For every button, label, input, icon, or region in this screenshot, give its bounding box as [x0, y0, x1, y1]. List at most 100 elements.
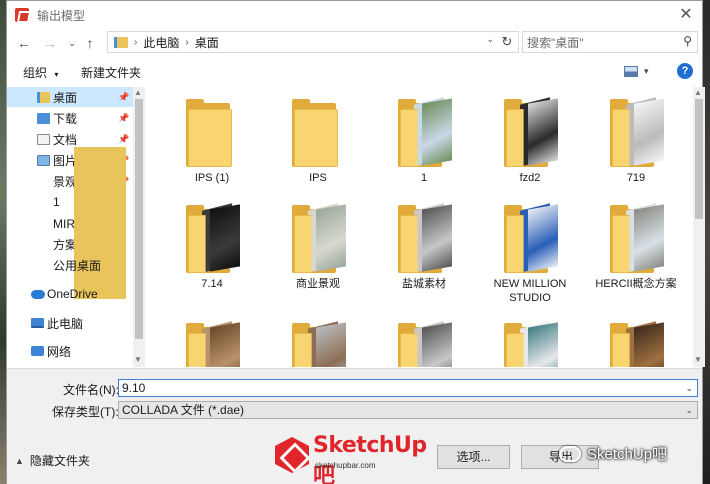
scroll-down-icon[interactable]: ▼	[694, 355, 702, 364]
folder-item[interactable]: 1	[377, 97, 471, 185]
folder-item[interactable]: 盐城素材	[377, 203, 471, 291]
folder-item[interactable]	[377, 321, 471, 367]
picture-icon	[37, 154, 50, 166]
folder-icon	[504, 321, 558, 367]
sidebar-item-onedrive[interactable]: OneDrive	[7, 284, 133, 304]
export-model-dialog: 输出模型 ✕ ← → ⌄ ↑ › 此电脑 › 桌面 ⌄ ↻ 搜索"桌面" ⚲ 组…	[6, 0, 705, 484]
pin-icon: 📌	[118, 112, 130, 123]
sketchupbar-logo-icon	[275, 437, 309, 473]
folder-item[interactable]	[483, 321, 577, 367]
this-pc-icon	[31, 318, 44, 328]
filename-value: 9.10	[122, 381, 146, 395]
organize-button[interactable]: 组织 ▾	[23, 64, 58, 81]
sketchupbar-watermark-logo: SketchUp吧 sketchupbar.com	[275, 433, 447, 484]
folder-icon	[186, 321, 240, 367]
folder-icon	[610, 203, 664, 273]
scroll-down-icon[interactable]: ▼	[134, 355, 142, 364]
folder-item[interactable]: HERCII概念方案	[589, 203, 683, 291]
folder-icon	[504, 97, 558, 167]
document-icon	[37, 133, 50, 145]
save-options-panel: 文件名(N): 9.10 ⌄ 保存类型(T): COLLADA 文件 (*.da…	[7, 368, 702, 484]
forward-arrow-icon[interactable]: →	[41, 33, 59, 53]
folder-item-label: NEW MILLION STUDIO	[493, 278, 567, 304]
folder-item[interactable]	[271, 321, 365, 367]
folder-item-label: 7.14	[201, 278, 223, 290]
folder-icon	[610, 97, 664, 167]
folder-icon	[398, 97, 452, 167]
navigation-row: ← → ⌄ ↑ › 此电脑 › 桌面 ⌄ ↻ 搜索"桌面" ⚲	[7, 31, 702, 55]
logo-url: sketchupbar.com	[315, 461, 376, 470]
filetype-dropdown-icon[interactable]: ⌄	[685, 402, 693, 418]
scroll-up-icon[interactable]: ▲	[694, 88, 702, 97]
folder-item[interactable]: NEW MILLION STUDIO	[483, 203, 577, 305]
search-placeholder: 搜索"桌面"	[527, 35, 584, 50]
filetype-label: 保存类型(T):	[52, 405, 119, 419]
sidebar-item-network[interactable]: 网络	[7, 341, 133, 361]
logo-text: SketchUp吧	[313, 433, 427, 484]
collapse-caret-icon: ▲	[15, 455, 24, 466]
folder-icon	[398, 203, 452, 273]
refresh-icon[interactable]: ↻	[498, 33, 516, 51]
folder-item-label: fzd2	[519, 172, 541, 184]
filetype-value: COLLADA 文件 (*.dae)	[122, 403, 245, 417]
folder-item[interactable]: IPS	[271, 99, 365, 185]
sidebar-scrollbar[interactable]: ▲ ▼	[133, 87, 145, 367]
help-icon[interactable]: ?	[677, 63, 693, 79]
folder-icon	[292, 321, 346, 367]
wechat-watermark: SketchUp吧	[559, 443, 667, 464]
file-list-scroll-thumb[interactable]	[695, 99, 703, 219]
sidebar-item-public-desktop[interactable]: 公用桌面	[7, 231, 133, 299]
organize-dropdown-icon: ▾	[54, 70, 59, 79]
search-input[interactable]: 搜索"桌面" ⚲	[522, 31, 698, 53]
up-arrow-icon[interactable]: ↑	[81, 33, 99, 53]
folder-item[interactable]	[165, 321, 259, 367]
sidebar-item-label: 文档	[53, 132, 78, 147]
organize-label: 组织	[23, 66, 48, 80]
sketchup-app-icon	[15, 8, 29, 22]
filetype-select[interactable]: COLLADA 文件 (*.dae) ⌄	[118, 401, 698, 419]
window-title: 输出模型	[37, 8, 86, 23]
desktop-folder-icon	[37, 91, 50, 103]
close-icon[interactable]: ✕	[676, 5, 696, 25]
breadcrumb-this-pc[interactable]: 此电脑	[143, 34, 179, 51]
folder-item[interactable]: 719	[589, 97, 683, 185]
onedrive-cloud-icon	[31, 289, 45, 299]
view-options-dropdown-icon[interactable]: ▾	[644, 66, 649, 77]
breadcrumb-desktop[interactable]: 桌面	[195, 34, 219, 51]
scroll-up-icon[interactable]: ▲	[134, 88, 142, 97]
hide-folders-toggle[interactable]: ▲ 隐藏文件夹	[15, 452, 90, 469]
new-folder-button[interactable]: 新建文件夹	[81, 64, 141, 81]
folder-item[interactable]: 7.14	[165, 203, 259, 291]
folder-item-label: IPS (1)	[194, 172, 230, 184]
folder-item-label: 1	[420, 172, 428, 184]
search-icon[interactable]: ⚲	[683, 34, 692, 48]
address-history-chevron-icon[interactable]: ⌄	[486, 34, 494, 45]
recent-locations-chevron-icon[interactable]: ⌄	[63, 33, 81, 53]
sidebar-item-label: 桌面	[53, 90, 78, 105]
sidebar-item-documents[interactable]: 文档 📌	[7, 129, 133, 149]
options-button[interactable]: 选项...	[437, 445, 510, 469]
sidebar-item-desktop[interactable]: 桌面 📌	[7, 87, 133, 107]
folder-item[interactable]: IPS (1)	[165, 99, 259, 185]
folder-icon	[398, 321, 452, 367]
filename-dropdown-icon[interactable]: ⌄	[685, 380, 693, 396]
change-view-icon[interactable]	[624, 66, 638, 77]
address-bar[interactable]: › 此电脑 › 桌面 ⌄ ↻	[107, 31, 519, 53]
filename-label: 文件名(N):	[63, 383, 119, 397]
file-list-scrollbar[interactable]: ▲ ▼	[693, 87, 705, 367]
sidebar-item-this-pc[interactable]: 此电脑	[7, 313, 133, 333]
sidebar-scroll-thumb[interactable]	[135, 99, 143, 339]
filename-input[interactable]: 9.10 ⌄	[118, 379, 698, 397]
folder-item-label: 719	[626, 172, 646, 184]
folder-item[interactable]: fzd2	[483, 97, 577, 185]
back-arrow-icon[interactable]: ←	[15, 33, 33, 53]
desktop-folder-icon	[114, 36, 128, 48]
folder-item[interactable]	[589, 321, 683, 367]
folder-icon	[186, 99, 238, 167]
download-icon	[37, 112, 50, 124]
sidebar-item-label: 1	[53, 195, 60, 209]
folder-icon	[504, 203, 558, 273]
folder-item[interactable]: 商业景观	[271, 203, 365, 291]
folder-icon	[292, 99, 344, 167]
sidebar-item-downloads[interactable]: 下载 📌	[7, 108, 133, 128]
